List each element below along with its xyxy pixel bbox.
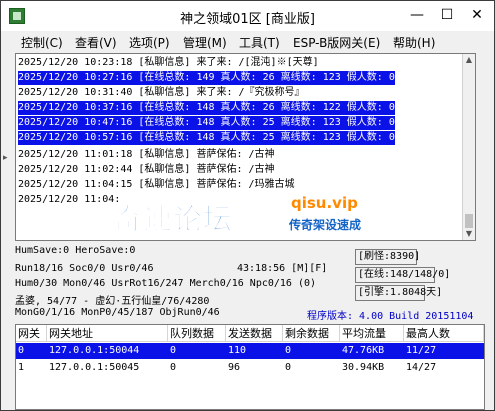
menu-manage[interactable]: 管理(M) — [183, 34, 227, 51]
cell-gateway: 0 — [18, 345, 25, 356]
scroll-thumb[interactable] — [465, 214, 473, 228]
refresh-box: [刷怪:8390] — [355, 249, 420, 265]
status-save: HumSave:0 HeroSave:0 — [15, 245, 136, 256]
watermark-url: qisu.vip — [291, 194, 358, 212]
log-line-highlighted: 2025/12/20 10:57:16 [在线总数: 148 真人数: 25 离… — [18, 131, 395, 145]
cell-address: 127.0.0.1:50044 — [49, 345, 140, 356]
watermark-slogan: 传奇架设速成 — [289, 218, 362, 232]
engine-box: [引擎:1.8048天] — [355, 285, 442, 301]
program-version: 程序版本: 4.00 Build 20151104 — [307, 311, 474, 322]
scroll-up-icon[interactable]: ▲ — [463, 54, 475, 66]
server-window: 神之领域01区 [商业版] — ☐ ✕ 控制(C) 查看(V) 选项(P) 管理… — [0, 0, 495, 411]
col-address[interactable]: 网关地址 — [47, 325, 168, 342]
menu-tools[interactable]: 工具(T) — [239, 34, 280, 51]
left-edge-strip: ▸ — [1, 53, 14, 293]
col-avg-traffic[interactable]: 平均流量 — [340, 325, 404, 342]
menu-help[interactable]: 帮助(H) — [393, 34, 435, 51]
log-line: 2025/12/20 11:02:44 [私聊信息] 菩萨保佑: /古神 — [18, 164, 275, 175]
cell-avg-traffic: 30.94KB — [342, 362, 385, 373]
log-line: 2025/12/20 11:04: — [18, 194, 121, 205]
cell-remain: 0 — [285, 345, 292, 356]
status-run: Run18/16 Soc0/0 Usr0/46 — [15, 263, 154, 274]
gateway-table[interactable]: 网关 网关地址 队列数据 发送数据 剩余数据 平均流量 最高人数 0 127.0… — [15, 324, 485, 410]
status-counters: Hum0/30 Mon0/46 UsrRot16/247 Merch0/16 N… — [15, 278, 317, 289]
table-row[interactable]: 1 127.0.0.1:50045 0 96 0 30.94KB 14/27 — [16, 360, 484, 376]
cell-queue: 0 — [170, 345, 177, 356]
col-queue[interactable]: 队列数据 — [168, 325, 226, 342]
log-line: 2025/12/20 10:31:40 [私聊信息] 来了来: /『究极称号』 — [18, 87, 305, 98]
menu-options[interactable]: 选项(P) — [129, 34, 170, 51]
menu-control[interactable]: 控制(C) — [21, 34, 63, 51]
log-line-highlighted: 2025/12/20 10:47:16 [在线总数: 148 真人数: 25 离… — [18, 116, 395, 130]
menu-gateway[interactable]: ESP-B版网关(E) — [293, 34, 380, 51]
maximize-button[interactable]: ☐ — [433, 3, 461, 27]
edge-marker: ▸ — [3, 153, 8, 163]
cell-queue: 0 — [170, 362, 177, 373]
col-max-users[interactable]: 最高人数 — [404, 325, 484, 342]
log-line: 2025/12/20 10:23:18 [私聊信息] 来了来: /[混沌]※[天… — [18, 57, 319, 68]
log-view[interactable]: 2025/12/20 10:23:18 [私聊信息] 来了来: /[混沌]※[天… — [15, 53, 476, 241]
status-monsters: MonG0/1/16 MonP0/45/187 ObjRun0/46 — [15, 307, 220, 318]
close-button[interactable]: ✕ — [463, 3, 491, 27]
cell-sent: 96 — [228, 362, 241, 373]
table-row[interactable]: 0 127.0.0.1:50044 0 110 0 47.76KB 11/27 — [16, 343, 484, 359]
log-scrollbar[interactable]: ▲ ▼ — [462, 54, 475, 240]
watermark-brand: 奇速论坛 — [112, 202, 234, 237]
col-remain[interactable]: 剩余数据 — [283, 325, 340, 342]
log-line-highlighted: 2025/12/20 10:37:16 [在线总数: 148 真人数: 26 离… — [18, 101, 395, 115]
cell-max-users: 11/27 — [406, 345, 437, 356]
cell-sent: 110 — [228, 345, 247, 356]
status-time: 43:18:56 [M][F] — [237, 263, 328, 274]
cell-max-users: 14/27 — [406, 362, 437, 373]
cell-address: 127.0.0.1:50045 — [49, 362, 140, 373]
minimize-button[interactable]: — — [403, 3, 431, 27]
online-box: [在线:148/148/0] — [355, 267, 450, 283]
log-line-highlighted: 2025/12/20 10:27:16 [在线总数: 149 真人数: 26 离… — [18, 71, 395, 85]
menu-view[interactable]: 查看(V) — [75, 34, 117, 51]
title-bar[interactable]: 神之领域01区 [商业版] — ☐ ✕ — [1, 1, 494, 31]
status-map: 孟婆, 54/77 - 虚幻·五行仙皇/76/4280 — [15, 296, 210, 307]
menu-bar: 控制(C) 查看(V) 选项(P) 管理(M) 工具(T) ESP-B版网关(E… — [1, 32, 494, 52]
cell-avg-traffic: 47.76KB — [342, 345, 385, 356]
cell-gateway: 1 — [18, 362, 25, 373]
col-sent[interactable]: 发送数据 — [226, 325, 283, 342]
log-line: 2025/12/20 11:04:15 [私聊信息] 菩萨保佑: /玛雅古城 — [18, 179, 295, 190]
cell-remain: 0 — [285, 362, 292, 373]
scroll-down-icon[interactable]: ▼ — [463, 228, 475, 240]
col-gateway[interactable]: 网关 — [16, 325, 47, 342]
log-line: 2025/12/20 11:01:18 [私聊信息] 菩萨保佑: /古神 — [18, 149, 275, 160]
